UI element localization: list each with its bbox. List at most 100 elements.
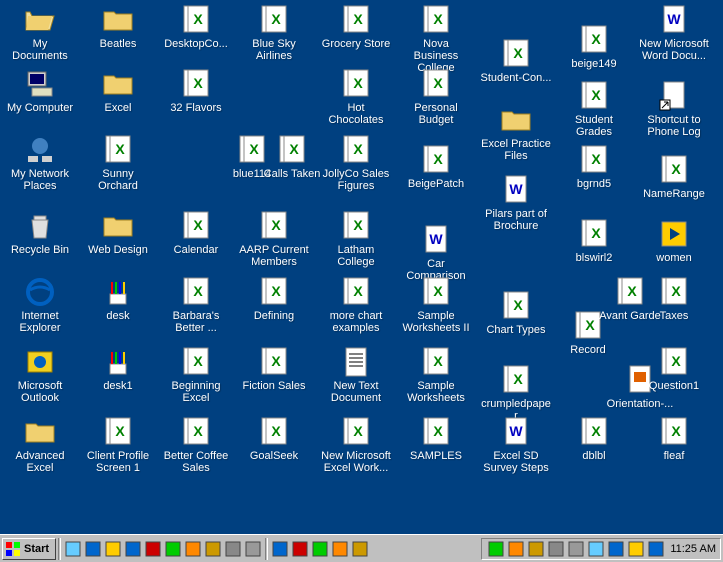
desktop-icon-excel-folder[interactable]: Excel	[82, 68, 154, 114]
winamp-icon[interactable]	[204, 540, 222, 558]
desktop-icon-sample2[interactable]: XSample Worksheets II	[400, 276, 472, 334]
desktop-icon-beatles[interactable]: Beatles	[82, 4, 154, 50]
desktop-icon-fleaf[interactable]: Xfleaf	[638, 416, 710, 462]
desktop-icon-newtext[interactable]: New Text Document	[320, 346, 392, 404]
desktop-icon-desktopco[interactable]: XDesktopCo...	[160, 4, 232, 50]
svg-text:X: X	[193, 11, 203, 27]
word-icon[interactable]	[124, 540, 142, 558]
blue-icon[interactable]	[587, 540, 605, 558]
desktop-icon-phonelog[interactable]: Shortcut to Phone Log	[638, 80, 710, 138]
desktop-icon-sunny-orchard[interactable]: XSunny Orchard	[82, 134, 154, 192]
desktop-icon-bluesky[interactable]: XBlue Sky Airlines	[238, 4, 310, 62]
start-button[interactable]: Start	[2, 538, 56, 560]
screen-icon[interactable]	[547, 540, 565, 558]
red-icon[interactable]	[647, 540, 665, 558]
task-app-icon[interactable]	[351, 540, 369, 558]
desktop-icon-blswirl2[interactable]: Xblswirl2	[558, 218, 630, 264]
desktop-icon-beginning-excel[interactable]: XBeginning Excel	[160, 346, 232, 404]
desktop-icon-better-coffee[interactable]: XBetter Coffee Sales	[160, 416, 232, 474]
desktop-icon-client-profile[interactable]: XClient Profile Screen 1	[82, 416, 154, 474]
icon-label: SAMPLES	[410, 450, 462, 462]
task-yellow-icon[interactable]	[311, 540, 329, 558]
app2-icon[interactable]	[244, 540, 262, 558]
desktop-icon-advanced-excel[interactable]: Advanced Excel	[4, 416, 76, 474]
icon-label: My Network Places	[4, 168, 76, 192]
desktop-icon-question1[interactable]: XQuestion1	[638, 346, 710, 392]
desktop-icon-fiction[interactable]: XFiction Sales	[238, 346, 310, 392]
desktop-icon-chart-types[interactable]: XChart Types	[480, 290, 552, 336]
green-icon[interactable]	[164, 540, 182, 558]
desktop-icon-calendar[interactable]: XCalendar	[160, 210, 232, 256]
desktop-icon-my-computer[interactable]: My Computer	[4, 68, 76, 114]
desktop-icon-my-documents[interactable]: My Documents	[4, 4, 76, 62]
desktop-icon-desk1[interactable]: desk1	[82, 346, 154, 392]
desktop-icon-goalseek[interactable]: XGoalSeek	[238, 416, 310, 462]
svg-text:X: X	[353, 423, 363, 439]
desktop-icon-excel-practice[interactable]: Excel Practice Files	[480, 104, 552, 162]
desktop-icon-32-flavors[interactable]: X32 Flavors	[160, 68, 232, 114]
svg-text:X: X	[271, 217, 281, 233]
shield-icon[interactable]	[487, 540, 505, 558]
desktop-icon-bgrnd5[interactable]: Xbgrnd5	[558, 144, 630, 190]
desktop-icon-barbaras[interactable]: XBarbara's Better ...	[160, 276, 232, 334]
desktop-icon-web-design[interactable]: Web Design	[82, 210, 154, 256]
desktop-icon-namerange[interactable]: XNameRange	[638, 154, 710, 200]
desktop-icon-personal-budget[interactable]: XPersonal Budget	[400, 68, 472, 126]
task-outlook-icon[interactable]	[271, 540, 289, 558]
desktop-icon-calls-taken[interactable]: XCalls Taken	[256, 134, 328, 180]
desktop-icon-pilars[interactable]: WPilars part of Brochure	[480, 174, 552, 232]
desktop-icon-sample1[interactable]: XSample Worksheets	[400, 346, 472, 404]
desktop-icon-my-network[interactable]: My Network Places	[4, 134, 76, 192]
icon-label: Grocery Store	[322, 38, 390, 50]
key-icon[interactable]	[507, 540, 525, 558]
desktop-icon-outlook[interactable]: Microsoft Outlook	[4, 346, 76, 404]
desktop-icon-newexcel[interactable]: X New Microsoft Excel Work...	[320, 416, 392, 474]
desktop-icon-beigepatch[interactable]: XBeigePatch	[400, 144, 472, 190]
desktop-icon-newword[interactable]: WNew Microsoft Word Docu...	[638, 4, 710, 62]
orange-icon[interactable]	[607, 540, 625, 558]
excel-icon: X	[578, 416, 610, 448]
desktop-icon-samples[interactable]: XSAMPLES	[400, 416, 472, 462]
desktop-icon-desk[interactable]: desk	[82, 276, 154, 322]
mirc-icon[interactable]	[144, 540, 162, 558]
network-icon	[24, 134, 56, 166]
desktop-icon-defining[interactable]: XDefining	[238, 276, 310, 322]
desktop-icon-car-comp[interactable]: WCar Comparison	[400, 224, 472, 282]
icon-label: New Microsoft Excel Work...	[320, 450, 392, 474]
desktop-icon-aarp[interactable]: XAARP Current Members	[238, 210, 310, 268]
app1-icon[interactable]	[224, 540, 242, 558]
task-smiley-icon[interactable]	[291, 540, 309, 558]
desktop-icon-morechart[interactable]: Xmore chart examples	[320, 276, 392, 334]
desktop-icon-grocery[interactable]: XGrocery Store	[320, 4, 392, 50]
desktop-icon-latham[interactable]: XLatham College	[320, 210, 392, 268]
desktop-icon-hot-choc[interactable]: XHot Chocolates	[320, 68, 392, 126]
excel-icon: X	[258, 210, 290, 242]
desktop-icon-student-con[interactable]: XStudent-Con...	[480, 38, 552, 84]
desktop[interactable]: My Documents My Computer My Network Places…	[0, 0, 723, 534]
desktop-icon-recycle-bin[interactable]: Recycle Bin	[4, 210, 76, 256]
svg-text:W: W	[429, 231, 443, 247]
svg-text:X: X	[271, 353, 281, 369]
desktop-icon-ie[interactable]: Internet Explorer	[4, 276, 76, 334]
desktop-icon-excel-sd[interactable]: WExcel SD Survey Steps	[480, 416, 552, 474]
paint-icon	[102, 276, 134, 308]
folder-icon	[500, 104, 532, 136]
network-icon[interactable]	[527, 540, 545, 558]
desktop-icon-jollyco[interactable]: XJollyCo Sales Figures	[320, 134, 392, 192]
desktop-icon-beige149[interactable]: Xbeige149	[558, 24, 630, 70]
vol-icon[interactable]	[567, 540, 585, 558]
desktop-icon-crumpled[interactable]: Xcrumpledpaper	[480, 364, 552, 422]
desktop-icon-nova[interactable]: XNova Business College	[400, 4, 472, 74]
svg-text:X: X	[513, 297, 523, 313]
desktop-icon-student-grades[interactable]: XStudent Grades	[558, 80, 630, 138]
ie-icon[interactable]	[84, 540, 102, 558]
yellow-icon[interactable]	[627, 540, 645, 558]
desktop-icon-women[interactable]: women	[638, 218, 710, 264]
icon-label: Orientation-...	[607, 398, 674, 410]
desktop-icon-taxes[interactable]: XTaxes	[638, 276, 710, 322]
desktop-icon-dblbl[interactable]: Xdblbl	[558, 416, 630, 462]
task-paint-icon[interactable]	[331, 540, 349, 558]
player-icon[interactable]	[184, 540, 202, 558]
show-desktop-icon[interactable]	[64, 540, 82, 558]
outlook-icon[interactable]	[104, 540, 122, 558]
